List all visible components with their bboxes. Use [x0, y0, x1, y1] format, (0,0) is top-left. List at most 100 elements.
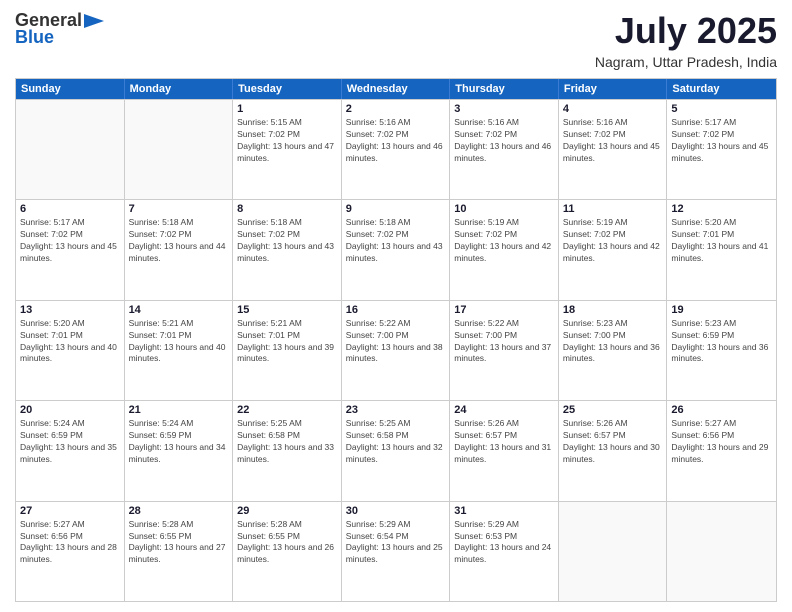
header-day-wednesday: Wednesday [342, 79, 451, 99]
day-number: 11 [563, 203, 663, 215]
day-cell-5: 5Sunrise: 5:17 AM Sunset: 7:02 PM Daylig… [667, 100, 776, 199]
day-info: Sunrise: 5:29 AM Sunset: 6:54 PM Dayligh… [346, 519, 446, 567]
header: General Blue July 2025 Nagram, Uttar Pra… [15, 10, 777, 70]
day-info: Sunrise: 5:28 AM Sunset: 6:55 PM Dayligh… [237, 519, 337, 567]
day-number: 3 [454, 103, 554, 115]
day-number: 2 [346, 103, 446, 115]
day-number: 1 [237, 103, 337, 115]
logo-flag-icon [84, 14, 104, 28]
day-number: 18 [563, 304, 663, 316]
day-cell-15: 15Sunrise: 5:21 AM Sunset: 7:01 PM Dayli… [233, 301, 342, 400]
day-number: 14 [129, 304, 229, 316]
day-number: 26 [671, 404, 772, 416]
week-row-3: 13Sunrise: 5:20 AM Sunset: 7:01 PM Dayli… [16, 300, 776, 400]
day-number: 28 [129, 505, 229, 517]
day-number: 25 [563, 404, 663, 416]
day-cell-18: 18 Sunrise: 5:23 AM Sunset: 7:00 PM Dayli… [559, 301, 668, 400]
header-day-saturday: Saturday [667, 79, 776, 99]
day-number: 10 [454, 203, 554, 215]
calendar-header: SundayMondayTuesdayWednesdayThursdayFrid… [16, 79, 776, 99]
day-number: 6 [20, 203, 120, 215]
day-number: 16 [346, 304, 446, 316]
day-cell-11: 11 Sunrise: 5:19 AM Sunset: 7:02 PM Dayli… [559, 200, 668, 299]
week-row-2: 6 Sunrise: 5:17 AM Sunset: 7:02 PM Daylig… [16, 199, 776, 299]
day-cell-27: 27 Sunrise: 5:27 AM Sunset: 6:56 PM Dayli… [16, 502, 125, 601]
week-row-5: 27 Sunrise: 5:27 AM Sunset: 6:56 PM Dayli… [16, 501, 776, 601]
day-number: 8 [237, 203, 337, 215]
week-row-1: 1 Sunrise: 5:15 AM Sunset: 7:02 PM Daylig… [16, 99, 776, 199]
day-cell-19: 19Sunrise: 5:23 AM Sunset: 6:59 PM Dayli… [667, 301, 776, 400]
day-cell-12: 12 Sunrise: 5:20 AM Sunset: 7:01 PM Dayli… [667, 200, 776, 299]
day-number: 27 [20, 505, 120, 517]
header-day-friday: Friday [559, 79, 668, 99]
day-cell-1: 1 Sunrise: 5:15 AM Sunset: 7:02 PM Daylig… [233, 100, 342, 199]
day-number: 12 [671, 203, 772, 215]
header-day-thursday: Thursday [450, 79, 559, 99]
day-cell-26: 26 Sunrise: 5:27 AM Sunset: 6:56 PM Dayli… [667, 401, 776, 500]
day-cell-31: 31 Sunrise: 5:29 AM Sunset: 6:53 PM Dayli… [450, 502, 559, 601]
day-info: Sunrise: 5:23 AM Sunset: 6:59 PM Dayligh… [671, 318, 772, 366]
day-info: Sunrise: 5:20 AM Sunset: 7:01 PM Dayligh… [671, 217, 772, 265]
day-info: Sunrise: 5:27 AM Sunset: 6:56 PM Dayligh… [20, 519, 120, 567]
title-block: July 2025 Nagram, Uttar Pradesh, India [595, 10, 777, 70]
day-cell-24: 24 Sunrise: 5:26 AM Sunset: 6:57 PM Dayli… [450, 401, 559, 500]
logo: General Blue [15, 10, 104, 48]
day-number: 23 [346, 404, 446, 416]
day-cell-9: 9Sunrise: 5:18 AM Sunset: 7:02 PM Daylig… [342, 200, 451, 299]
day-info: Sunrise: 5:22 AM Sunset: 7:00 PM Dayligh… [454, 318, 554, 366]
day-info: Sunrise: 5:26 AM Sunset: 6:57 PM Dayligh… [563, 418, 663, 466]
calendar-body: 1 Sunrise: 5:15 AM Sunset: 7:02 PM Daylig… [16, 99, 776, 601]
day-cell-3: 3 Sunrise: 5:16 AM Sunset: 7:02 PM Daylig… [450, 100, 559, 199]
empty-cell [16, 100, 125, 199]
header-day-monday: Monday [125, 79, 234, 99]
header-day-tuesday: Tuesday [233, 79, 342, 99]
day-info: Sunrise: 5:27 AM Sunset: 6:56 PM Dayligh… [671, 418, 772, 466]
day-info: Sunrise: 5:21 AM Sunset: 7:01 PM Dayligh… [237, 318, 337, 366]
location: Nagram, Uttar Pradesh, India [595, 54, 777, 70]
day-cell-21: 21Sunrise: 5:24 AM Sunset: 6:59 PM Dayli… [125, 401, 234, 500]
day-cell-4: 4 Sunrise: 5:16 AM Sunset: 7:02 PM Daylig… [559, 100, 668, 199]
day-cell-20: 20 Sunrise: 5:24 AM Sunset: 6:59 PM Dayli… [16, 401, 125, 500]
day-cell-2: 2Sunrise: 5:16 AM Sunset: 7:02 PM Daylig… [342, 100, 451, 199]
day-info: Sunrise: 5:24 AM Sunset: 6:59 PM Dayligh… [20, 418, 120, 466]
day-number: 31 [454, 505, 554, 517]
day-info: Sunrise: 5:25 AM Sunset: 6:58 PM Dayligh… [346, 418, 446, 466]
day-cell-7: 7Sunrise: 5:18 AM Sunset: 7:02 PM Daylig… [125, 200, 234, 299]
day-number: 22 [237, 404, 337, 416]
day-cell-13: 13Sunrise: 5:20 AM Sunset: 7:01 PM Dayli… [16, 301, 125, 400]
day-number: 20 [20, 404, 120, 416]
day-cell-30: 30 Sunrise: 5:29 AM Sunset: 6:54 PM Dayli… [342, 502, 451, 601]
day-number: 30 [346, 505, 446, 517]
day-info: Sunrise: 5:18 AM Sunset: 7:02 PM Dayligh… [237, 217, 337, 265]
calendar: SundayMondayTuesdayWednesdayThursdayFrid… [15, 78, 777, 602]
day-info: Sunrise: 5:17 AM Sunset: 7:02 PM Dayligh… [20, 217, 120, 265]
day-info: Sunrise: 5:23 AM Sunset: 7:00 PM Dayligh… [563, 318, 663, 366]
day-info: Sunrise: 5:19 AM Sunset: 7:02 PM Dayligh… [563, 217, 663, 265]
day-cell-22: 22Sunrise: 5:25 AM Sunset: 6:58 PM Dayli… [233, 401, 342, 500]
day-info: Sunrise: 5:21 AM Sunset: 7:01 PM Dayligh… [129, 318, 229, 366]
empty-cell [559, 502, 668, 601]
day-info: Sunrise: 5:28 AM Sunset: 6:55 PM Dayligh… [129, 519, 229, 567]
day-info: Sunrise: 5:16 AM Sunset: 7:02 PM Dayligh… [563, 117, 663, 165]
day-info: Sunrise: 5:15 AM Sunset: 7:02 PM Dayligh… [237, 117, 337, 165]
day-number: 13 [20, 304, 120, 316]
logo-blue: Blue [15, 27, 54, 48]
day-cell-29: 29Sunrise: 5:28 AM Sunset: 6:55 PM Dayli… [233, 502, 342, 601]
day-info: Sunrise: 5:29 AM Sunset: 6:53 PM Dayligh… [454, 519, 554, 567]
week-row-4: 20 Sunrise: 5:24 AM Sunset: 6:59 PM Dayli… [16, 400, 776, 500]
day-info: Sunrise: 5:17 AM Sunset: 7:02 PM Dayligh… [671, 117, 772, 165]
day-cell-25: 25 Sunrise: 5:26 AM Sunset: 6:57 PM Dayli… [559, 401, 668, 500]
day-info: Sunrise: 5:22 AM Sunset: 7:00 PM Dayligh… [346, 318, 446, 366]
day-info: Sunrise: 5:26 AM Sunset: 6:57 PM Dayligh… [454, 418, 554, 466]
month-year: July 2025 [595, 10, 777, 52]
header-day-sunday: Sunday [16, 79, 125, 99]
day-cell-10: 10Sunrise: 5:19 AM Sunset: 7:02 PM Dayli… [450, 200, 559, 299]
page: General Blue July 2025 Nagram, Uttar Pra… [0, 0, 792, 612]
day-number: 21 [129, 404, 229, 416]
day-number: 24 [454, 404, 554, 416]
day-cell-14: 14 Sunrise: 5:21 AM Sunset: 7:01 PM Dayli… [125, 301, 234, 400]
day-number: 4 [563, 103, 663, 115]
day-info: Sunrise: 5:16 AM Sunset: 7:02 PM Dayligh… [454, 117, 554, 165]
day-info: Sunrise: 5:18 AM Sunset: 7:02 PM Dayligh… [129, 217, 229, 265]
day-cell-6: 6 Sunrise: 5:17 AM Sunset: 7:02 PM Daylig… [16, 200, 125, 299]
